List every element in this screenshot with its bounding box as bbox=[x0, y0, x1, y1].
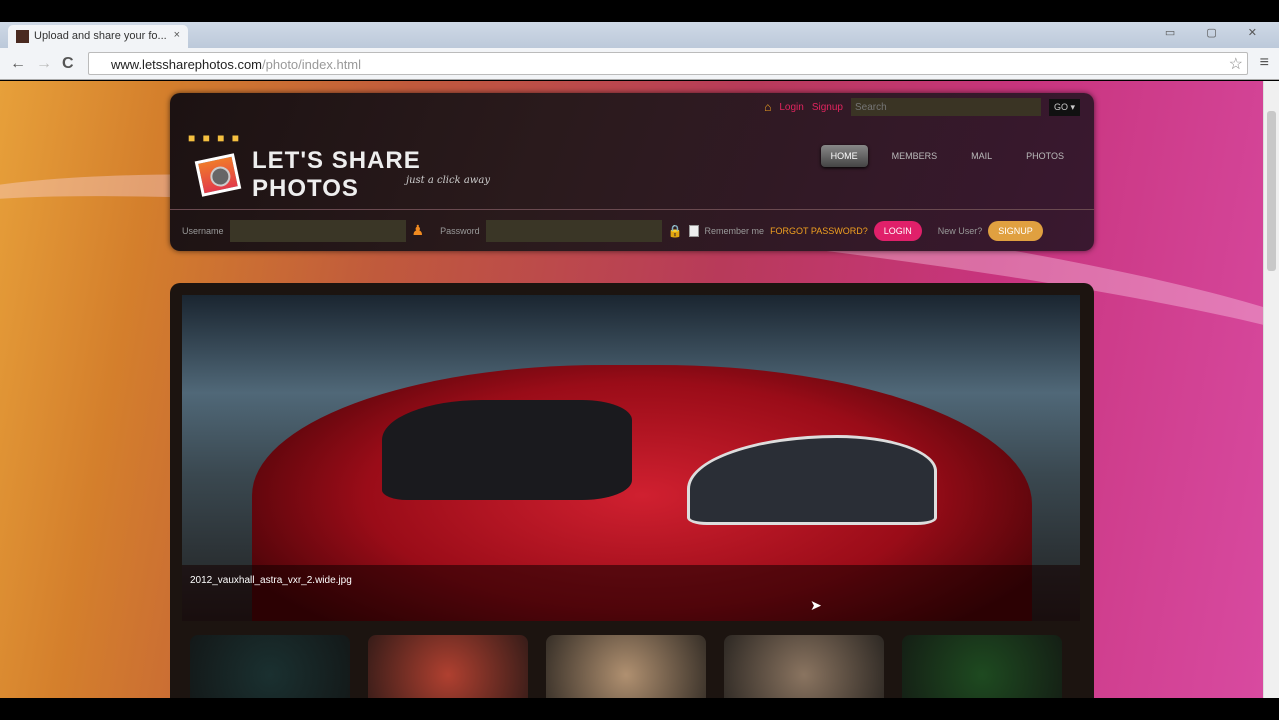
thumbnail-strip bbox=[190, 635, 1062, 698]
featured-photo[interactable]: 2012_vauxhall_astra_vxr_2.wide.jpg ➤ bbox=[182, 295, 1080, 621]
password-label: Password bbox=[440, 225, 480, 236]
search-input[interactable] bbox=[850, 98, 1041, 116]
user-icon: ♟ bbox=[411, 222, 425, 238]
password-input[interactable] bbox=[485, 219, 662, 242]
username-input[interactable] bbox=[229, 219, 406, 242]
top-links: ⌂ Login Signup GO ▾ bbox=[764, 97, 1080, 117]
favicon-icon bbox=[16, 30, 29, 43]
lock-icon: 🔒 bbox=[667, 223, 683, 238]
signup-button[interactable]: SIGNUP bbox=[988, 220, 1043, 241]
browser-tab[interactable]: Upload and share your fo... × bbox=[8, 25, 188, 48]
login-link[interactable]: Login bbox=[779, 102, 803, 113]
login-bar: Username ♟ Password 🔒 Remember me FORGOT… bbox=[170, 209, 1094, 251]
scrollbar-thumb[interactable] bbox=[1267, 111, 1276, 271]
signup-link[interactable]: Signup bbox=[812, 102, 843, 113]
nav-photos[interactable]: PHOTOS bbox=[1016, 145, 1074, 167]
camera-icon bbox=[194, 153, 242, 197]
username-label: Username bbox=[182, 225, 224, 236]
thumbnail-fur[interactable] bbox=[546, 635, 706, 698]
url-path: /photo/index.html bbox=[262, 57, 362, 72]
tab-bar: Upload and share your fo... × ▭ ▢ ✕ bbox=[0, 22, 1279, 48]
remember-checkbox[interactable] bbox=[688, 224, 699, 237]
forgot-password-link[interactable]: FORGOT PASSWORD? bbox=[770, 226, 868, 236]
site-logo[interactable]: ■ ■ ■ ■ LET'S SHARE PHOTOS just a click … bbox=[184, 129, 514, 202]
mouse-cursor-icon: ➤ bbox=[810, 597, 822, 613]
bookmark-star-icon[interactable]: ☆ bbox=[1229, 54, 1243, 74]
logo-tagline: just a click away bbox=[406, 175, 490, 186]
reload-icon[interactable]: C bbox=[62, 55, 74, 73]
nav-members[interactable]: MEMBERS bbox=[882, 145, 948, 167]
home-icon[interactable]: ⌂ bbox=[764, 100, 771, 114]
video-letterbox-top bbox=[0, 0, 1279, 22]
window-controls[interactable]: ▭ ▢ ✕ bbox=[1165, 26, 1271, 39]
page-scrollbar[interactable] bbox=[1263, 81, 1279, 698]
thumbnail-waterfall[interactable] bbox=[902, 635, 1062, 698]
forward-icon[interactable]: → bbox=[36, 55, 52, 73]
go-button[interactable]: GO ▾ bbox=[1048, 98, 1080, 116]
back-icon[interactable]: ← bbox=[10, 55, 26, 73]
nav-mail[interactable]: MAIL bbox=[961, 145, 1002, 167]
close-tab-icon[interactable]: × bbox=[174, 29, 180, 41]
remember-label: Remember me bbox=[704, 225, 765, 236]
url-host: www.letssharephotos.com bbox=[111, 57, 263, 72]
thumbnail-woman[interactable] bbox=[724, 635, 884, 698]
photo-caption: 2012_vauxhall_astra_vxr_2.wide.jpg bbox=[182, 565, 1080, 621]
web-page: ⌂ Login Signup GO ▾ ■ ■ ■ ■ LET'S SHARE … bbox=[0, 81, 1263, 698]
thumbnail-space[interactable] bbox=[190, 635, 350, 698]
address-bar-row: ← → C www.letssharephotos.com/photo/inde… bbox=[0, 48, 1279, 80]
nav-home[interactable]: HOME bbox=[820, 145, 868, 167]
photo-slider: 2012_vauxhall_astra_vxr_2.wide.jpg ➤ bbox=[170, 283, 1094, 698]
site-header: ⌂ Login Signup GO ▾ ■ ■ ■ ■ LET'S SHARE … bbox=[170, 93, 1094, 251]
tab-title: Upload and share your fo... bbox=[34, 30, 167, 42]
login-button[interactable]: LOGIN bbox=[873, 220, 922, 241]
main-nav: HOME MEMBERS MAIL PHOTOS bbox=[820, 145, 1074, 167]
new-user-label: New User? bbox=[937, 225, 983, 236]
thumbnail-dog[interactable] bbox=[368, 635, 528, 698]
menu-icon[interactable]: ≡ bbox=[1260, 54, 1269, 72]
car-rear-window bbox=[382, 400, 632, 500]
url-input[interactable]: www.letssharephotos.com/photo/index.html bbox=[88, 52, 1248, 75]
logo-dots-icon: ■ ■ ■ ■ bbox=[188, 131, 241, 145]
